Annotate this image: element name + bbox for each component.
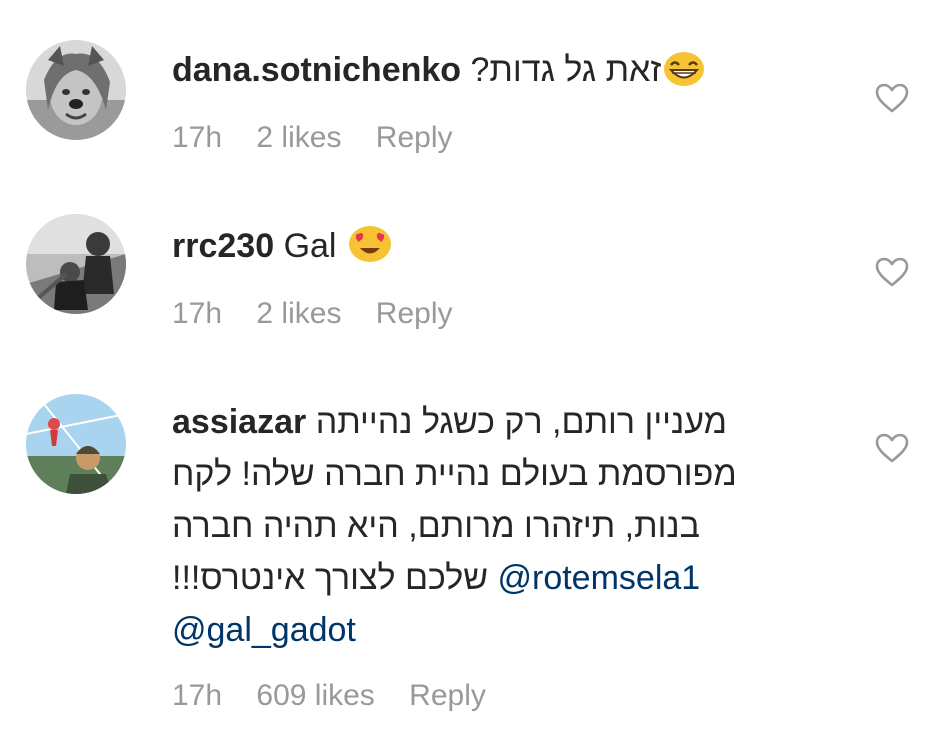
comment-text: assiazar מעניין רותם, רק כשגל נהייתה	[172, 396, 812, 448]
comment-text: שלכם לצורך אינטרס!!! @rotemsela1	[172, 552, 812, 604]
comments-list: dana.sotnichenko זאת גל גדות? 17h 2 like…	[0, 0, 948, 740]
comment-text: rrc230 Gal	[172, 220, 812, 278]
comment-text: @gal_gadot	[172, 604, 812, 656]
avatar-photo	[26, 394, 126, 494]
comment-time: 17h	[172, 679, 223, 712]
username[interactable]: rrc230	[172, 227, 274, 265]
like-heart-icon[interactable]	[874, 82, 910, 114]
reply-button[interactable]: Reply	[376, 297, 453, 330]
like-count[interactable]: 2 likes	[256, 297, 341, 330]
comment-time: 17h	[172, 297, 223, 330]
mention-link[interactable]: @rotemsela1	[497, 559, 700, 597]
comment-time: 17h	[172, 121, 223, 154]
username[interactable]: assiazar	[172, 403, 306, 441]
comment-body-line: מפורסמת בעולם נהיית חברה שלה! לקח	[172, 455, 737, 493]
like-count[interactable]: 2 likes	[256, 121, 341, 154]
like-heart-icon[interactable]	[874, 256, 910, 288]
comment-body: זאת גל גדות?	[470, 51, 662, 89]
smiling-face-with-heart-eyes-icon	[348, 225, 392, 278]
comment-body-line: בנות, תיזהרו מרותם, היא תהיה חברה	[172, 507, 700, 545]
avatar[interactable]	[26, 40, 126, 140]
avatar-photo	[26, 40, 126, 140]
like-count[interactable]: 609 likes	[256, 679, 374, 712]
comment-body-line: מעניין רותם, רק כשגל נהייתה	[315, 403, 728, 441]
avatar-photo	[26, 214, 126, 314]
comment-text: dana.sotnichenko זאת גל גדות?	[172, 44, 812, 102]
mention-link[interactable]: @gal_gadot	[172, 611, 356, 649]
grinning-face-with-smiling-eyes-icon	[663, 50, 705, 102]
comment-body: Gal	[283, 227, 337, 265]
comment-meta: 17h 2 likes Reply	[172, 294, 812, 334]
username[interactable]: dana.sotnichenko	[172, 51, 461, 89]
avatar[interactable]	[26, 214, 126, 314]
avatar[interactable]	[26, 394, 126, 494]
reply-button[interactable]: Reply	[376, 121, 453, 154]
comment-meta: 17h 609 likes Reply	[172, 676, 812, 716]
comment-body-line: שלכם לצורך אינטרס!!!	[172, 559, 489, 597]
reply-button[interactable]: Reply	[409, 679, 486, 712]
comment-meta: 17h 2 likes Reply	[172, 118, 812, 158]
like-heart-icon[interactable]	[874, 432, 910, 464]
